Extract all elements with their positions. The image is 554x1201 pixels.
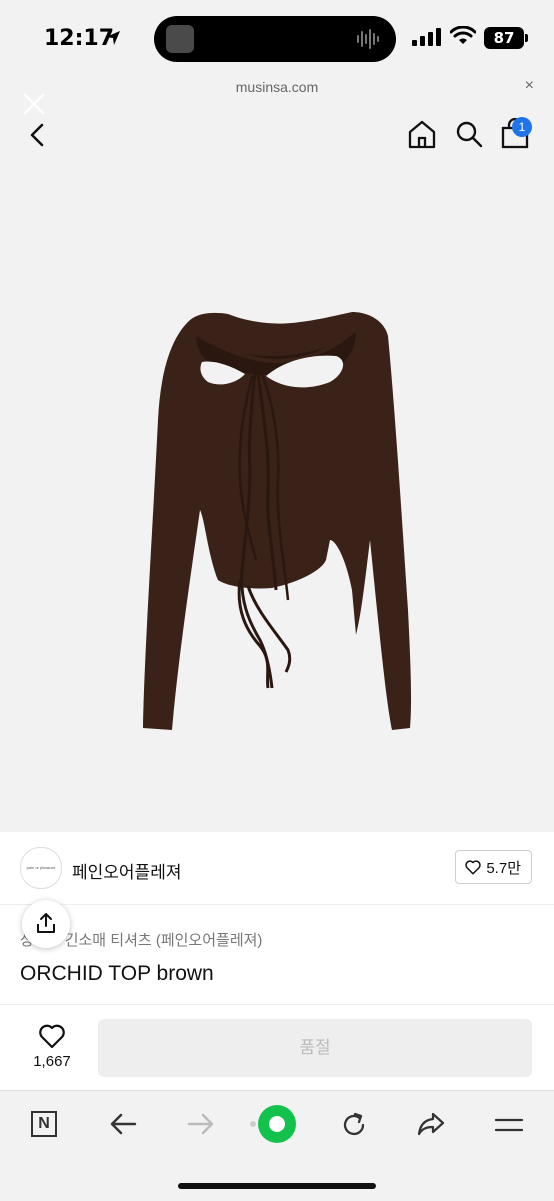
browser-forward-icon[interactable] [186,1111,216,1137]
brown-top-illustration [143,312,412,730]
naver-home-button[interactable]: N [31,1111,57,1137]
home-indicator[interactable] [178,1183,376,1189]
brand-like-count: 5.7만 [486,859,521,877]
app-header [0,93,554,160]
url-bar[interactable]: musinsa.com × [0,76,554,100]
wishlist-heart-icon[interactable] [38,1023,66,1049]
purchase-bar: 1,667 품절 [0,1004,554,1091]
location-arrow-icon [106,31,120,45]
media-thumbnail [166,25,194,53]
share-button[interactable] [22,900,70,948]
cart-count-badge: 1 [512,117,532,137]
product-title: ORCHID TOP brown [20,962,214,985]
wifi-icon [450,26,476,44]
reload-icon[interactable] [340,1111,368,1139]
brand-name[interactable]: 페인오어플레져 [72,858,181,883]
product-image[interactable] [0,160,554,832]
search-icon[interactable] [455,120,483,148]
battery-indicator: 87 [484,27,528,49]
dynamic-island [154,16,396,62]
page-dot [250,1121,256,1127]
forward-share-icon[interactable] [416,1111,446,1137]
back-chevron-icon[interactable] [28,122,46,148]
brand-logo[interactable]: pain or pleasure [20,847,62,889]
close-icon[interactable] [22,92,46,116]
soldout-button[interactable]: 품절 [98,1019,532,1077]
brand-like-button[interactable]: 5.7만 [455,850,532,884]
wishlist-count: 1,667 [33,1053,71,1070]
menu-icon[interactable] [494,1115,524,1135]
status-bar: 12:17 87 [0,0,554,76]
brand-row[interactable]: pain or pleasure 페인오어플레져 5.7만 [0,832,554,905]
url-close-button[interactable]: × [525,77,534,95]
cellular-signal-icon [412,28,441,46]
heart-outline-icon [465,860,482,875]
audio-wave-icon [357,29,379,49]
home-icon[interactable] [406,118,438,150]
url-text[interactable]: musinsa.com [0,79,554,95]
browser-back-icon[interactable] [108,1111,138,1137]
share-upload-icon [37,913,55,933]
green-dot-button[interactable] [258,1105,296,1143]
